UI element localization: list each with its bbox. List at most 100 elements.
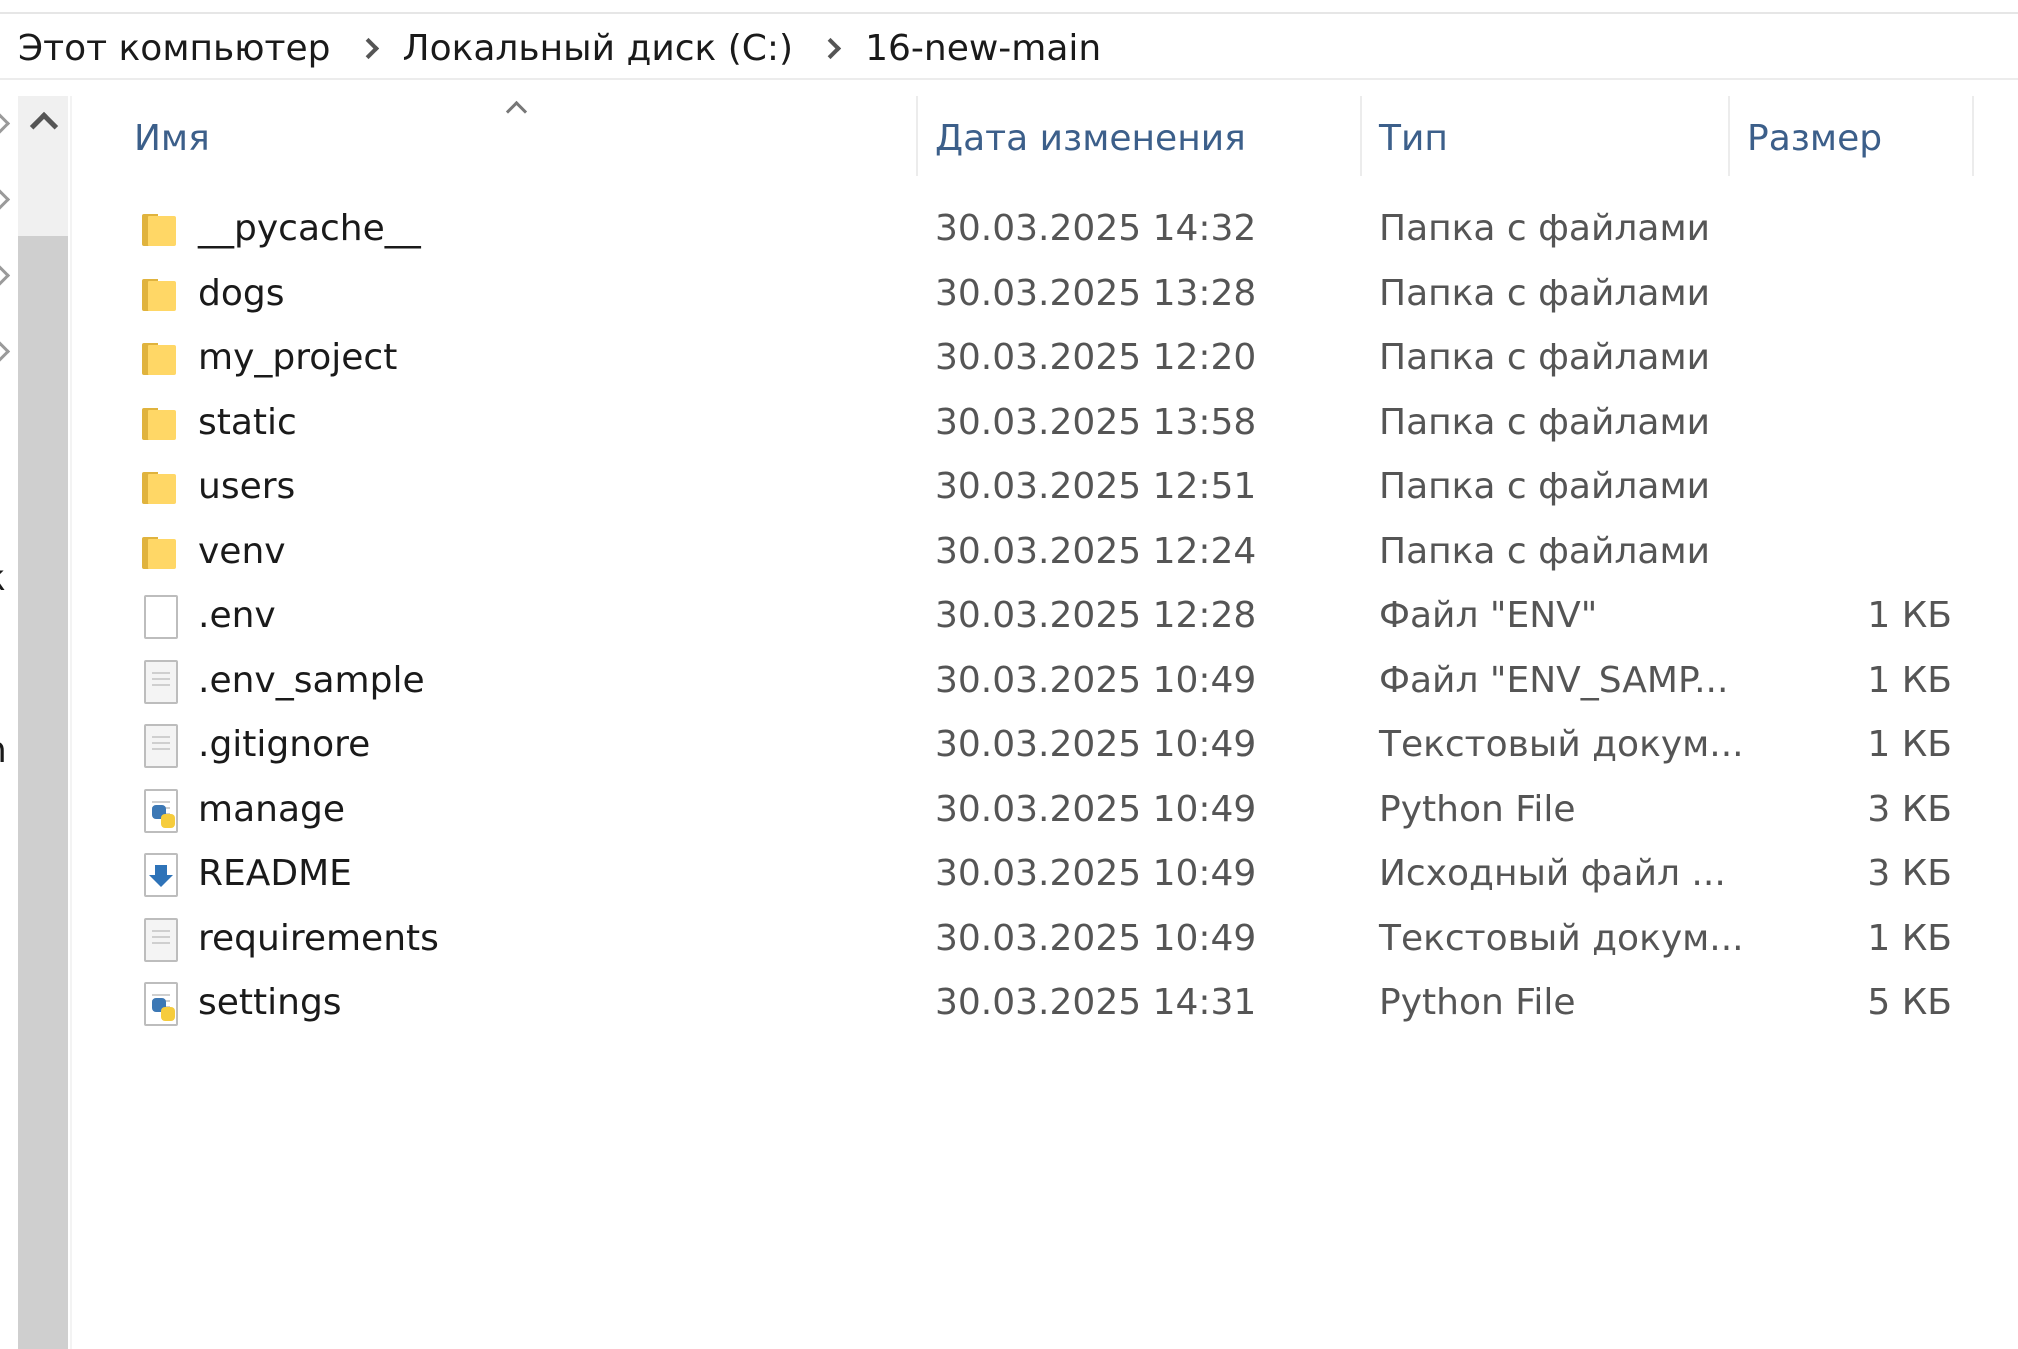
file-date-modified: 30.03.2025 10:49 <box>935 659 1257 701</box>
column-header-name[interactable]: Имя <box>134 118 210 159</box>
text-file-icon <box>142 724 182 768</box>
file-name: .env_sample <box>198 659 425 701</box>
file-date-modified: 30.03.2025 12:24 <box>935 530 1257 572</box>
file-size-cell: 3 КБ <box>1672 781 1952 845</box>
vertical-scrollbar[interactable] <box>18 96 68 1349</box>
file-size-cell: 1 КБ <box>1672 716 1952 780</box>
file-row[interactable]: venv 30.03.2025 12:24 Папка с файлами <box>72 523 1972 588</box>
markdown-file-icon <box>142 853 182 897</box>
file-row[interactable]: dogs 30.03.2025 13:28 Папка с файлами <box>72 265 1972 330</box>
file-size-cell: 5 КБ <box>1672 974 1952 1038</box>
file-row[interactable]: manage 30.03.2025 10:49 Python File 3 КБ <box>72 781 1972 846</box>
file-row[interactable]: .env_sample 30.03.2025 10:49 Файл "ENV_SAM… <box>72 652 1972 717</box>
file-date-modified: 30.03.2025 12:51 <box>935 466 1257 507</box>
column-header-row: Имя Дата изменения Тип Размер <box>72 96 1974 186</box>
file-name: .env <box>198 595 276 636</box>
file-type: Папка с файлами <box>1379 401 1711 443</box>
file-date-modified: 30.03.2025 14:32 <box>935 208 1257 249</box>
file-date-modified: 30.03.2025 10:49 <box>935 917 1257 959</box>
file-size-cell <box>1672 265 1952 329</box>
sort-ascending-icon <box>507 98 525 116</box>
file-date-modified: 30.03.2025 10:49 <box>935 853 1257 894</box>
file-name: static <box>198 401 297 443</box>
file-date-modified: 30.03.2025 13:58 <box>935 401 1257 443</box>
file-date-modified: 30.03.2025 12:28 <box>935 595 1257 636</box>
nav-label-fragment[interactable]: n <box>0 730 7 771</box>
breadcrumb-item-this-pc[interactable]: Этот компьютер <box>18 28 331 69</box>
file-size-cell <box>1672 394 1952 458</box>
file-list: __pycache__ 30.03.2025 14:32 Папка с файла… <box>72 200 1972 1039</box>
file-name: requirements <box>198 917 439 959</box>
file-type: Папка с файлами <box>1379 272 1711 314</box>
blank-file-icon <box>142 595 182 639</box>
file-size: 5 КБ <box>1867 982 1952 1023</box>
file-size-cell <box>1672 200 1952 264</box>
column-header-type[interactable]: Тип <box>1379 118 1448 159</box>
column-divider[interactable] <box>1360 96 1362 176</box>
file-name: manage <box>198 788 346 830</box>
file-size: 1 КБ <box>1867 724 1952 765</box>
folder-icon <box>142 531 182 575</box>
column-divider[interactable] <box>1972 96 1974 176</box>
file-type: Папка с файлами <box>1379 337 1711 378</box>
file-size-cell <box>1672 458 1952 522</box>
python-file-icon <box>142 788 182 833</box>
file-name: dogs <box>198 272 285 314</box>
file-date-modified: 30.03.2025 10:49 <box>935 788 1257 830</box>
file-type: Python File <box>1379 788 1576 830</box>
file-row[interactable]: users 30.03.2025 12:51 Папка с файлами <box>72 458 1972 523</box>
nav-label-fragment[interactable]: к <box>0 558 6 599</box>
scroll-up-button[interactable] <box>18 96 68 236</box>
file-row[interactable]: settings 30.03.2025 14:31 Python File 5 КБ <box>72 974 1972 1039</box>
file-size: 1 КБ <box>1867 659 1952 701</box>
folder-icon <box>142 273 182 317</box>
file-row[interactable]: .env 30.03.2025 12:28 Файл "ENV" 1 КБ <box>72 587 1972 652</box>
expand-arrow-icon[interactable] <box>0 340 11 363</box>
expand-arrow-icon[interactable] <box>0 188 11 211</box>
file-size-cell: 1 КБ <box>1672 587 1952 651</box>
file-type: Файл "ENV" <box>1379 595 1598 636</box>
breadcrumb-item-current-folder[interactable]: 16-new-main <box>865 28 1101 69</box>
file-row[interactable]: README 30.03.2025 10:49 Исходный файл ... 3… <box>72 845 1972 910</box>
folder-icon <box>142 337 182 381</box>
chevron-right-icon[interactable] <box>811 28 851 68</box>
file-size-cell <box>1672 523 1952 587</box>
file-name: __pycache__ <box>198 208 421 249</box>
file-name: .gitignore <box>198 724 371 765</box>
file-name: users <box>198 466 296 507</box>
file-size: 3 КБ <box>1867 788 1952 830</box>
file-name: README <box>198 853 352 894</box>
file-size: 3 КБ <box>1867 853 1952 894</box>
file-row[interactable]: static 30.03.2025 13:58 Папка с файлами <box>72 394 1972 459</box>
expand-arrow-icon[interactable] <box>0 264 11 287</box>
python-file-icon <box>142 982 182 1026</box>
breadcrumb: Этот компьютер Локальный диск (C:) 16-ne… <box>0 18 2018 80</box>
file-date-modified: 30.03.2025 14:31 <box>935 982 1257 1023</box>
file-name: my_project <box>198 337 398 378</box>
folder-icon <box>142 402 182 446</box>
text-file-icon <box>142 659 182 704</box>
file-type: Папка с файлами <box>1379 466 1711 507</box>
folder-icon <box>142 466 182 510</box>
file-date-modified: 30.03.2025 13:28 <box>935 272 1257 314</box>
file-size-cell: 3 КБ <box>1672 845 1952 909</box>
window-top-edge <box>0 0 2018 14</box>
file-name: venv <box>198 530 286 572</box>
file-row[interactable]: __pycache__ 30.03.2025 14:32 Папка с файла… <box>72 200 1972 265</box>
column-header-date[interactable]: Дата изменения <box>935 118 1246 159</box>
column-divider[interactable] <box>1728 96 1730 176</box>
file-date-modified: 30.03.2025 10:49 <box>935 724 1257 765</box>
file-size-cell <box>1672 329 1952 393</box>
column-divider[interactable] <box>916 96 918 176</box>
breadcrumb-item-local-disk[interactable]: Локальный диск (C:) <box>403 28 794 69</box>
file-row[interactable]: requirements 30.03.2025 10:49 Текстовый до… <box>72 910 1972 975</box>
file-size-cell: 1 КБ <box>1672 652 1952 716</box>
file-row[interactable]: my_project 30.03.2025 12:20 Папка с файлам… <box>72 329 1972 394</box>
file-type: Папка с файлами <box>1379 530 1711 572</box>
file-size: 1 КБ <box>1867 917 1952 959</box>
file-size: 1 КБ <box>1867 595 1952 636</box>
column-header-size[interactable]: Размер <box>1747 118 1882 159</box>
chevron-right-icon[interactable] <box>349 28 389 68</box>
expand-arrow-icon[interactable] <box>0 112 11 135</box>
file-row[interactable]: .gitignore 30.03.2025 10:49 Текстовый доку… <box>72 716 1972 781</box>
